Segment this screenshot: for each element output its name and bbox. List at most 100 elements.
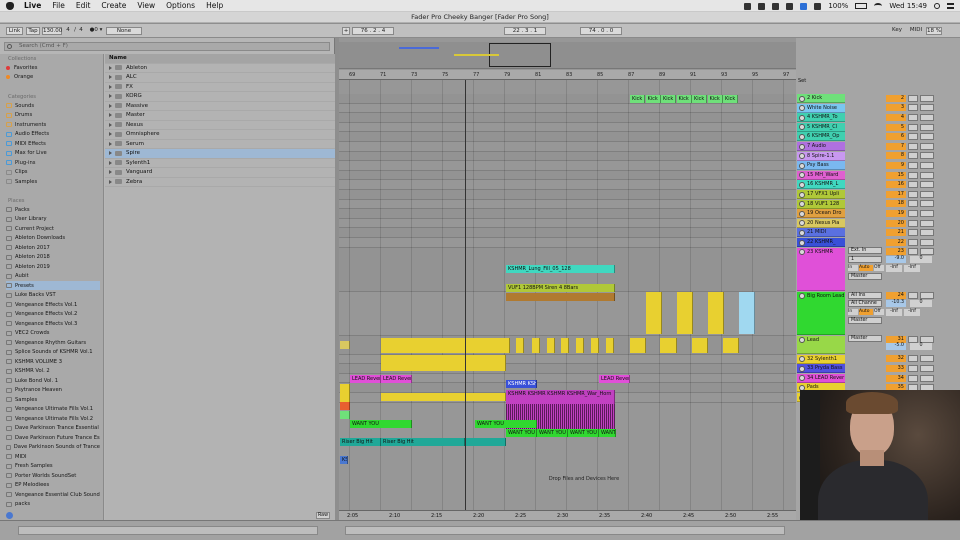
- track-lane[interactable]: [339, 199, 796, 210]
- folder-row[interactable]: Omnisphere: [105, 130, 335, 140]
- status-app-icon[interactable]: [772, 2, 780, 10]
- track-header[interactable]: 34 LEAD Rever: [797, 373, 845, 383]
- input-type-select[interactable]: Ext. In: [848, 247, 882, 254]
- menu-view[interactable]: View: [137, 1, 155, 10]
- monitor-off[interactable]: Off: [874, 309, 884, 315]
- arm-button[interactable]: [920, 190, 934, 198]
- arm-button[interactable]: [920, 162, 934, 169]
- track-number-button[interactable]: 32: [886, 355, 906, 363]
- place-item[interactable]: Samples: [6, 395, 100, 404]
- expand-icon[interactable]: [109, 160, 112, 165]
- folder-row[interactable]: Master: [105, 111, 335, 121]
- kick-clip[interactable]: Kick: [723, 94, 738, 103]
- track-volume[interactable]: -5.0: [886, 343, 906, 350]
- track-lane[interactable]: [339, 151, 796, 162]
- place-item[interactable]: Luke Bond Vol. 1: [6, 376, 100, 385]
- place-item[interactable]: Packs: [6, 205, 100, 214]
- solo-button[interactable]: [908, 162, 918, 169]
- collection-orange[interactable]: Orange: [6, 72, 33, 81]
- track-activator-icon[interactable]: [799, 191, 805, 198]
- track-activator-icon[interactable]: [799, 337, 805, 344]
- solo-button[interactable]: [908, 229, 918, 237]
- solo-button[interactable]: [908, 152, 918, 160]
- lead-midi-clip[interactable]: [547, 337, 555, 353]
- track-volume[interactable]: -10.3: [886, 300, 906, 307]
- status-app-icon[interactable]: [758, 2, 766, 10]
- track-header[interactable]: 7 Audio: [797, 142, 845, 151]
- send-a[interactable]: -inf: [886, 309, 902, 316]
- track-activator-icon[interactable]: [799, 201, 805, 208]
- arrangement-clip[interactable]: WANT YOU: [568, 429, 599, 437]
- track-lane[interactable]: [339, 161, 796, 171]
- arm-button[interactable]: [920, 248, 934, 256]
- track-number-button[interactable]: 3: [886, 104, 906, 112]
- search-icon[interactable]: [934, 3, 940, 9]
- solo-button[interactable]: [908, 94, 918, 102]
- pad-clip[interactable]: [340, 383, 350, 402]
- track-activator-icon[interactable]: [799, 210, 805, 217]
- expand-icon[interactable]: [109, 170, 112, 175]
- preview-icon[interactable]: [6, 512, 13, 519]
- kick-clip[interactable]: Kick: [707, 94, 723, 103]
- track-header[interactable]: 5 KSHMR_Cl: [797, 122, 845, 132]
- folder-row[interactable]: Spire: [105, 149, 335, 159]
- lead-midi-clip[interactable]: [381, 337, 510, 353]
- place-item[interactable]: Vengeance Effects Vol.2: [6, 310, 100, 319]
- lead-midi-clip[interactable]: [606, 337, 614, 353]
- track-header[interactable]: 18 VUF1 128: [797, 199, 845, 209]
- drone-clip[interactable]: [506, 293, 615, 302]
- folder-row[interactable]: FX: [105, 83, 335, 92]
- lead-midi-clip[interactable]: [692, 337, 708, 353]
- track-number-button[interactable]: 24: [886, 292, 906, 300]
- lead-midi-clip[interactable]: [561, 337, 569, 353]
- fx-clip[interactable]: [340, 411, 350, 419]
- place-item[interactable]: Ableton 2018: [6, 253, 100, 262]
- arrangement-clip[interactable]: LEAD Rever: [350, 374, 381, 383]
- arm-button[interactable]: [920, 181, 934, 189]
- track-number-button[interactable]: 20: [886, 219, 906, 227]
- fx-clip[interactable]: [340, 402, 350, 410]
- place-item[interactable]: KSHMR VOLUME 3: [6, 357, 100, 366]
- track-header[interactable]: Big Room Lead: [797, 291, 845, 335]
- track-lane[interactable]: [339, 238, 796, 248]
- arrangement-clip[interactable]: KSHMR KSHM: [506, 380, 537, 388]
- dropbox-icon[interactable]: [800, 2, 808, 10]
- folder-row[interactable]: Nexus: [105, 121, 335, 130]
- track-activator-icon[interactable]: [799, 95, 805, 102]
- track-header[interactable]: White Noise: [797, 103, 845, 113]
- folder-row[interactable]: Vanguard: [105, 168, 335, 178]
- expand-icon[interactable]: [109, 75, 112, 80]
- apple-icon[interactable]: [6, 1, 14, 10]
- monitor-auto[interactable]: Auto: [859, 309, 873, 315]
- arm-button[interactable]: [920, 365, 934, 372]
- place-item[interactable]: packs: [6, 500, 100, 509]
- track-header[interactable]: 16 KSHMR_L: [797, 180, 845, 190]
- expand-icon[interactable]: [109, 122, 112, 127]
- arrangement-overview[interactable]: [339, 42, 796, 69]
- arrangement-clip[interactable]: WANT YOU: [537, 429, 568, 437]
- folder-row[interactable]: KORG: [105, 92, 335, 102]
- arm-button[interactable]: [920, 374, 934, 382]
- lead-midi-clip[interactable]: [646, 291, 662, 334]
- quantize-select[interactable]: None: [106, 27, 142, 35]
- track-number-button[interactable]: 7: [886, 142, 906, 150]
- place-item[interactable]: User Library: [6, 215, 100, 224]
- arm-button[interactable]: [920, 200, 934, 208]
- solo-button[interactable]: [908, 171, 918, 179]
- track-header[interactable]: 32 Sylenth1: [797, 354, 845, 364]
- solo-button[interactable]: [908, 365, 918, 372]
- track-header[interactable]: 20 Nexus Pia: [797, 218, 845, 228]
- solo-button[interactable]: [908, 114, 918, 121]
- arm-button[interactable]: [920, 94, 934, 102]
- track-activator-icon[interactable]: [799, 143, 805, 150]
- place-item[interactable]: Vengeance Ultimate Fills Vol.1: [6, 405, 100, 414]
- track-pan[interactable]: 0: [910, 300, 932, 307]
- send-b[interactable]: -inf: [904, 265, 920, 272]
- track-number-button[interactable]: 17: [886, 190, 906, 198]
- solo-button[interactable]: [908, 292, 918, 300]
- track-number-button[interactable]: 4: [886, 114, 906, 121]
- wifi-icon[interactable]: [874, 3, 883, 9]
- solo-button[interactable]: [908, 238, 918, 246]
- category-item[interactable]: Instruments: [6, 120, 46, 129]
- track-header[interactable]: 19 Ocean Dro: [797, 209, 845, 219]
